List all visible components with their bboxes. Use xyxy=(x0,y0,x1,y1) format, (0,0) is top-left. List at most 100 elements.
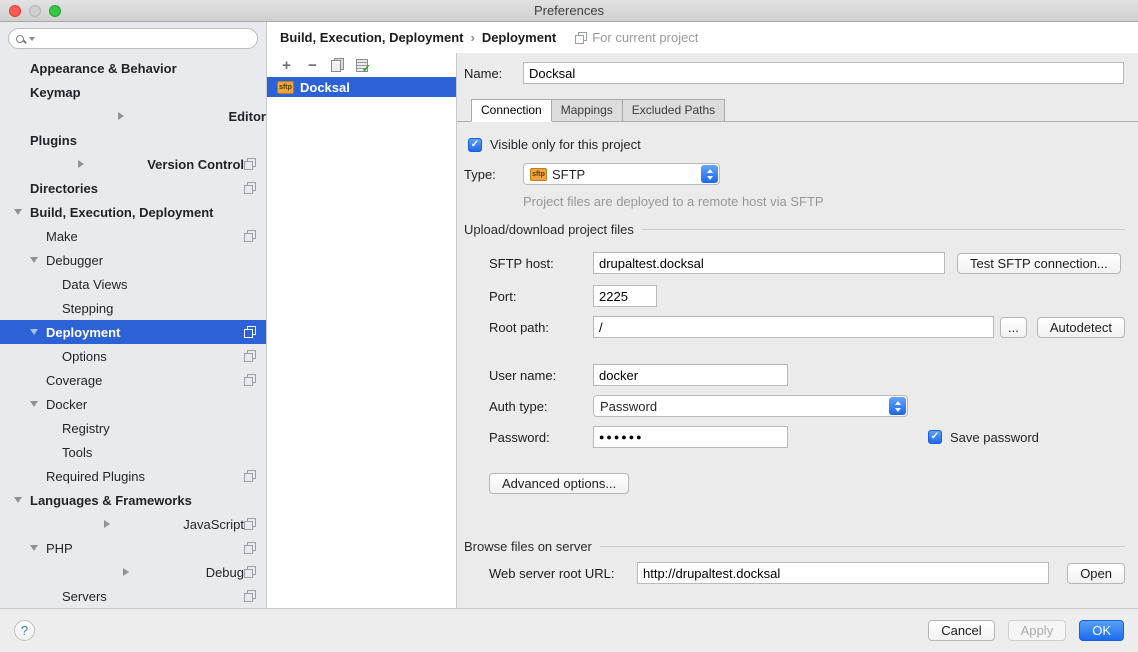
expanded-arrow-icon[interactable] xyxy=(14,209,30,215)
settings-nav: Appearance & Behavior Keymap Editor Plug… xyxy=(0,56,266,608)
minimize-button xyxy=(29,5,41,17)
traffic-lights xyxy=(9,0,61,21)
expanded-arrow-icon[interactable] xyxy=(30,545,46,551)
sidebar-item-deployment[interactable]: Deployment xyxy=(0,320,266,344)
sidebar-item-appearance-behavior[interactable]: Appearance & Behavior xyxy=(0,56,266,80)
advanced-options-button[interactable]: Advanced options... xyxy=(489,473,629,494)
sidebar-item-required-plugins[interactable]: Required Plugins xyxy=(0,464,266,488)
dialog-footer: ? Cancel Apply OK xyxy=(0,608,1138,652)
browse-root-button[interactable]: ... xyxy=(1000,317,1027,338)
server-name: Docksal xyxy=(300,80,350,95)
auth-type-select[interactable]: Password xyxy=(593,395,908,417)
expanded-arrow-icon[interactable] xyxy=(30,329,46,335)
tab-excluded-paths[interactable]: Excluded Paths xyxy=(623,99,725,122)
titlebar: Preferences xyxy=(0,0,1138,22)
sidebar-item-debug[interactable]: Debug xyxy=(0,560,266,584)
collapsed-arrow-icon[interactable] xyxy=(14,160,147,168)
sftp-host-field[interactable] xyxy=(593,252,945,274)
select-stepper-icon xyxy=(701,165,718,183)
type-select[interactable]: sftp SFTP xyxy=(523,163,720,185)
server-list-item[interactable]: sftp Docksal xyxy=(267,77,456,97)
search-options-caret-icon[interactable] xyxy=(29,37,35,41)
copy-icon[interactable] xyxy=(331,58,344,72)
tab-connection[interactable]: Connection xyxy=(471,99,552,122)
sidebar-item-data-views[interactable]: Data Views xyxy=(0,272,266,296)
remove-icon[interactable]: − xyxy=(305,58,320,73)
sidebar-item-servers[interactable]: Servers xyxy=(0,584,266,608)
breadcrumb: Build, Execution, Deployment › Deploymen… xyxy=(267,22,1138,53)
search-icon xyxy=(16,35,24,43)
sftp-icon: sftp xyxy=(277,81,294,94)
port-label: Port: xyxy=(489,289,593,304)
password-field[interactable] xyxy=(593,426,788,448)
project-scope-icon xyxy=(244,518,256,530)
project-scope-icon xyxy=(244,230,256,242)
sidebar-item-docker[interactable]: Docker xyxy=(0,392,266,416)
collapsed-arrow-icon[interactable] xyxy=(30,520,183,528)
sidebar-item-version-control[interactable]: Version Control xyxy=(0,152,266,176)
name-field[interactable] xyxy=(523,62,1124,84)
tab-bar: Connection Mappings Excluded Paths xyxy=(464,99,1125,122)
sidebar-item-tools[interactable]: Tools xyxy=(0,440,266,464)
upload-section-header: Upload/download project files xyxy=(464,222,1125,237)
sidebar-item-keymap[interactable]: Keymap xyxy=(0,80,266,104)
browse-section-header: Browse files on server xyxy=(464,539,1125,554)
sidebar-item-build-execution-deployment[interactable]: Build, Execution, Deployment xyxy=(0,200,266,224)
close-button[interactable] xyxy=(9,5,21,17)
autodetect-button[interactable]: Autodetect xyxy=(1037,317,1125,338)
name-label: Name: xyxy=(464,66,523,81)
server-list-panel: + − sftp Docksal xyxy=(267,53,457,608)
collapsed-arrow-icon[interactable] xyxy=(14,112,228,120)
section-divider xyxy=(600,546,1125,547)
sidebar-item-plugins[interactable]: Plugins xyxy=(0,128,266,152)
zoom-button[interactable] xyxy=(49,5,61,17)
test-connection-button[interactable]: Test SFTP connection... xyxy=(957,253,1121,274)
sidebar-item-coverage[interactable]: Coverage xyxy=(0,368,266,392)
auth-type-value: Password xyxy=(600,399,657,414)
add-icon[interactable]: + xyxy=(279,58,294,73)
root-path-field[interactable] xyxy=(593,316,994,338)
auth-type-label: Auth type: xyxy=(489,399,593,414)
use-as-default-icon[interactable] xyxy=(355,58,369,72)
cancel-button[interactable]: Cancel xyxy=(928,620,994,641)
web-root-label: Web server root URL: xyxy=(489,566,637,581)
collapsed-arrow-icon[interactable] xyxy=(46,568,206,576)
project-scope-icon xyxy=(244,350,256,362)
sidebar-item-options[interactable]: Options xyxy=(0,344,266,368)
breadcrumb-page: Deployment xyxy=(482,30,556,45)
save-password-label: Save password xyxy=(950,430,1039,445)
tab-mappings[interactable]: Mappings xyxy=(552,99,623,122)
breadcrumb-separator-icon: › xyxy=(470,30,474,45)
ok-button[interactable]: OK xyxy=(1079,620,1124,641)
port-field[interactable] xyxy=(593,285,657,307)
type-label: Type: xyxy=(464,167,523,182)
help-button[interactable]: ? xyxy=(14,620,35,641)
project-scope-icon xyxy=(244,470,256,482)
expanded-arrow-icon[interactable] xyxy=(14,497,30,503)
expanded-arrow-icon[interactable] xyxy=(30,257,46,263)
breadcrumb-category[interactable]: Build, Execution, Deployment xyxy=(280,30,463,45)
visible-only-checkbox[interactable]: ✓ xyxy=(468,138,482,152)
sidebar-item-registry[interactable]: Registry xyxy=(0,416,266,440)
project-scope-icon xyxy=(244,590,256,602)
sidebar-item-stepping[interactable]: Stepping xyxy=(0,296,266,320)
sidebar-item-editor[interactable]: Editor xyxy=(0,104,266,128)
sidebar-item-directories[interactable]: Directories xyxy=(0,176,266,200)
project-scope-icon xyxy=(244,374,256,386)
sidebar-item-php[interactable]: PHP xyxy=(0,536,266,560)
expanded-arrow-icon[interactable] xyxy=(30,401,46,407)
save-password-checkbox[interactable]: ✓ xyxy=(928,430,942,444)
web-root-field[interactable] xyxy=(637,562,1049,584)
sftp-host-label: SFTP host: xyxy=(489,256,593,271)
sidebar-item-languages-frameworks[interactable]: Languages & Frameworks xyxy=(0,488,266,512)
settings-search-input[interactable] xyxy=(8,28,258,49)
sidebar-item-debugger[interactable]: Debugger xyxy=(0,248,266,272)
user-name-field[interactable] xyxy=(593,364,788,386)
open-button[interactable]: Open xyxy=(1067,563,1125,584)
section-divider xyxy=(642,229,1125,230)
sidebar-item-javascript[interactable]: JavaScript xyxy=(0,512,266,536)
apply-button[interactable]: Apply xyxy=(1008,620,1067,641)
server-list-toolbar: + − xyxy=(267,53,456,77)
scope-note: For current project xyxy=(592,30,698,45)
sidebar-item-make[interactable]: Make xyxy=(0,224,266,248)
